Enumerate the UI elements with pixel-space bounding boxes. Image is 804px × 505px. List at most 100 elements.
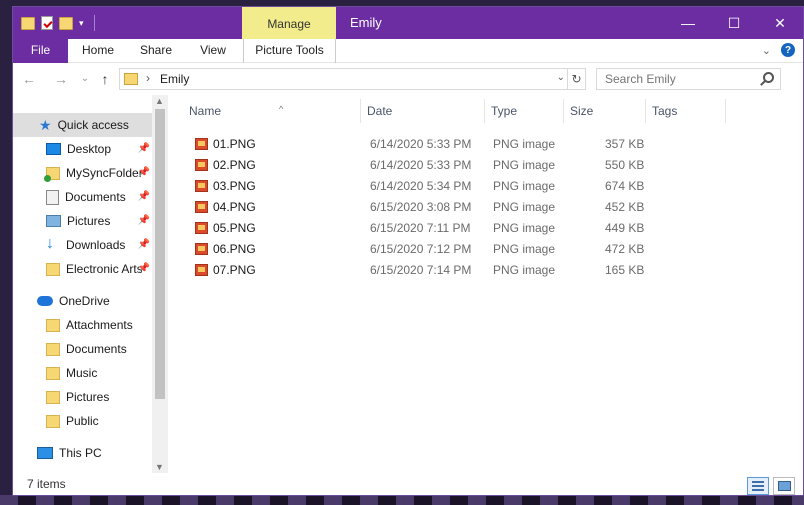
scrollbar-thumb[interactable] [155, 109, 165, 399]
address-bar-row: ← → ⌄ ↑ › Emily ⌄ ↻ [13, 63, 803, 95]
file-type: PNG image [493, 137, 556, 151]
table-row[interactable]: 02.PNG 6/14/2020 5:33 PM PNG image 550 K… [181, 155, 701, 176]
pin-icon[interactable]: 📌 [138, 167, 150, 178]
png-file-icon [195, 243, 208, 255]
search-box[interactable] [596, 68, 781, 90]
scroll-up-arrow[interactable]: ▲ [155, 96, 164, 106]
breadcrumb-separator[interactable]: › [146, 71, 150, 85]
refresh-button[interactable]: ↻ [567, 69, 585, 89]
table-row[interactable]: 03.PNG 6/14/2020 5:34 PM PNG image 674 K… [181, 176, 701, 197]
table-row[interactable]: 07.PNG 6/15/2020 7:14 PM PNG image 165 K… [181, 260, 701, 281]
file-type: PNG image [493, 200, 556, 214]
navigation-pane[interactable]: ★ Quick access Desktop 📌 MySyncFolder 📌 … [13, 95, 168, 473]
nav-label: Pictures [66, 390, 110, 404]
nav-item-desktop[interactable]: Desktop 📌 [13, 137, 152, 161]
tab-share[interactable]: Share [133, 39, 179, 63]
tab-home[interactable]: Home [73, 39, 123, 63]
nav-item-mysyncfolder[interactable]: MySyncFolder 📌 [13, 161, 152, 185]
nav-item-public[interactable]: Public [13, 409, 152, 433]
large-icons-view-button[interactable] [773, 477, 795, 495]
qat-dropdown-icon[interactable]: ▾ [79, 16, 84, 30]
file-name: 04.PNG [213, 200, 256, 214]
column-header-name[interactable]: Name ^ [183, 99, 361, 123]
table-row[interactable]: 05.PNG 6/15/2020 7:11 PM PNG image 449 K… [181, 218, 701, 239]
file-date: 6/15/2020 7:14 PM [370, 263, 472, 277]
folder-icon[interactable] [21, 16, 35, 30]
pin-icon[interactable]: 📌 [138, 239, 150, 250]
nav-item-downloads[interactable]: ↓ Downloads 📌 [13, 233, 152, 257]
nav-onedrive[interactable]: OneDrive [13, 289, 152, 313]
pin-icon[interactable]: 📌 [138, 215, 150, 226]
ribbon-tabs: File Home Share View Picture Tools ⌄ ? [13, 39, 803, 63]
tab-file[interactable]: File [13, 39, 68, 63]
details-view-button[interactable] [747, 477, 769, 495]
file-size: 165 KB [605, 263, 645, 277]
nav-item-electronic-arts[interactable]: Electronic Arts 📌 [13, 257, 152, 281]
file-size: 452 KB [605, 200, 645, 214]
maximize-button[interactable]: ☐ [711, 7, 757, 39]
breadcrumb-emily[interactable]: Emily [160, 72, 189, 86]
pin-icon[interactable]: 📌 [138, 191, 150, 202]
scroll-down-arrow[interactable]: ▼ [155, 462, 164, 472]
tab-picture-tools[interactable]: Picture Tools [243, 39, 336, 63]
nav-item-documents[interactable]: Documents 📌 [13, 185, 152, 209]
expand-ribbon-icon[interactable]: ⌄ [762, 44, 771, 57]
nav-label: Attachments [66, 318, 133, 332]
back-button[interactable]: ← [19, 69, 39, 89]
address-dropdown-icon[interactable]: ⌄ [557, 72, 565, 83]
column-label: Name [189, 104, 222, 118]
nav-scrollbar[interactable]: ▲ ▼ [152, 95, 168, 473]
png-file-icon [195, 201, 208, 213]
column-header-date[interactable]: Date [361, 99, 485, 123]
nav-quick-access[interactable]: ★ Quick access [13, 113, 152, 137]
star-icon: ★ [39, 116, 52, 133]
window-title: Emily [350, 15, 382, 30]
nav-label: Pictures [67, 214, 111, 228]
file-name: 02.PNG [213, 158, 256, 172]
pin-icon[interactable]: 📌 [138, 263, 150, 274]
help-icon[interactable]: ? [781, 43, 795, 57]
column-header-type[interactable]: Type [485, 99, 564, 123]
nav-this-pc[interactable]: This PC [13, 441, 152, 465]
up-button[interactable]: ↑ [95, 69, 115, 89]
nav-label: Quick access [57, 118, 129, 132]
column-header-size[interactable]: Size [564, 99, 646, 123]
pin-icon[interactable]: 📌 [138, 143, 150, 154]
computer-icon [37, 447, 53, 459]
table-row[interactable]: 01.PNG 6/14/2020 5:33 PM PNG image 357 K… [181, 134, 701, 155]
address-box[interactable]: › Emily ⌄ ↻ [119, 68, 586, 90]
minimize-button[interactable]: — [665, 7, 711, 39]
close-button[interactable]: ✕ [757, 7, 803, 39]
tab-manage[interactable]: Manage [242, 7, 336, 39]
quick-access-toolbar: ▾ [21, 14, 95, 32]
file-name: 03.PNG [213, 179, 256, 193]
forward-button[interactable]: → [51, 69, 71, 89]
onedrive-cloud-icon [37, 296, 53, 306]
nav-label: Music [66, 366, 98, 380]
folder-icon [124, 73, 138, 85]
table-row[interactable]: 06.PNG 6/15/2020 7:12 PM PNG image 472 K… [181, 239, 701, 260]
search-icon[interactable] [763, 72, 774, 83]
download-arrow-icon: ↓ [46, 235, 54, 252]
nav-item-onedrive-documents[interactable]: Documents [13, 337, 152, 361]
nav-item-onedrive-pictures[interactable]: Pictures [13, 385, 152, 409]
search-input[interactable] [597, 69, 757, 89]
folder-icon [46, 262, 60, 276]
file-type: PNG image [493, 263, 556, 277]
properties-icon[interactable] [41, 16, 53, 30]
sort-ascending-icon: ^ [279, 104, 284, 114]
title-bar[interactable]: ▾ Manage Emily — ☐ ✕ [13, 7, 803, 39]
recent-locations-button[interactable]: ⌄ [75, 69, 95, 89]
file-list[interactable]: Name ^ Date Type Size Tags 01.PNG 6/14/2… [171, 95, 803, 473]
nav-item-pictures[interactable]: Pictures 📌 [13, 209, 152, 233]
nav-label: Documents [66, 342, 127, 356]
new-folder-icon[interactable] [59, 16, 73, 30]
table-row[interactable]: 04.PNG 6/15/2020 3:08 PM PNG image 452 K… [181, 197, 701, 218]
file-date: 6/14/2020 5:33 PM [370, 137, 472, 151]
tab-view[interactable]: View [191, 39, 235, 63]
nav-item-music[interactable]: Music [13, 361, 152, 385]
column-header-tags[interactable]: Tags [646, 99, 726, 123]
qat-separator [93, 15, 95, 31]
nav-item-attachments[interactable]: Attachments [13, 313, 152, 337]
ribbon-controls: ⌄ ? [762, 43, 795, 57]
